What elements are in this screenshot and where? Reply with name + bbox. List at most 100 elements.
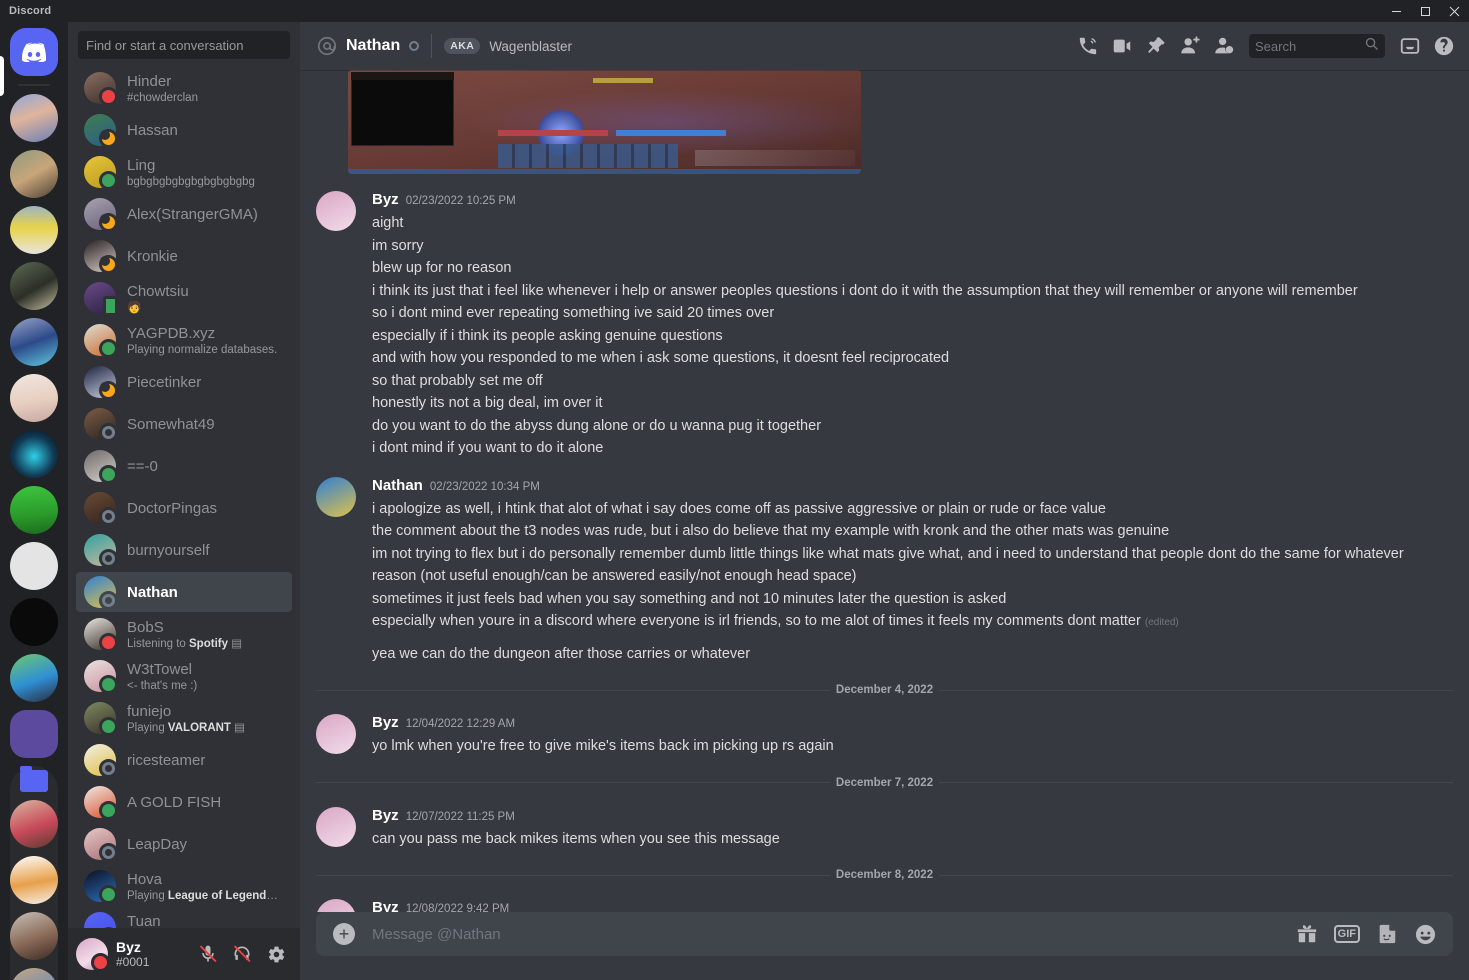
dm-list-item[interactable]: YAGPDB.xyz Playing normalize databases. bbox=[76, 320, 292, 360]
avatar[interactable] bbox=[316, 191, 356, 231]
message-attachment-image[interactable] bbox=[348, 70, 861, 174]
guild-icon[interactable] bbox=[10, 430, 58, 478]
chat-message[interactable]: Nathan 02/23/2022 10:34 PM i apologize as … bbox=[300, 474, 1469, 666]
dm-list-item[interactable]: A GOLD FISH bbox=[76, 782, 292, 822]
guild-icon[interactable] bbox=[10, 654, 58, 702]
dm-list-item[interactable]: ricesteamer bbox=[76, 740, 292, 780]
close-button[interactable] bbox=[1440, 0, 1469, 22]
user-discriminator: #0001 bbox=[116, 955, 150, 969]
message-line: do you want to do the abyss dung alone o… bbox=[372, 417, 822, 434]
message-author[interactable]: Byz bbox=[372, 713, 399, 733]
chat-message[interactable]: Byz 02/23/2022 10:25 PM aight im sorry blew … bbox=[300, 188, 1469, 460]
search-icon bbox=[1364, 36, 1379, 56]
guild-icon[interactable] bbox=[10, 856, 58, 904]
at-icon bbox=[316, 35, 338, 57]
maximize-button[interactable] bbox=[1411, 0, 1440, 22]
avatar bbox=[84, 366, 118, 400]
dm-list-item[interactable]: funiejo Playing VALORANT ▤ bbox=[76, 698, 292, 738]
dm-list-item[interactable]: Somewhat49 bbox=[76, 404, 292, 444]
pin-icon[interactable] bbox=[1139, 29, 1173, 63]
guild-folder-preview[interactable] bbox=[10, 710, 58, 758]
user-profile-icon[interactable] bbox=[1207, 29, 1241, 63]
minimize-button[interactable] bbox=[1382, 0, 1411, 22]
headphones-deafened-icon[interactable] bbox=[226, 938, 258, 970]
avatar bbox=[84, 198, 118, 232]
dm-list-item[interactable]: burnyourself bbox=[76, 530, 292, 570]
guild-icon[interactable] bbox=[10, 206, 58, 254]
guild-icon[interactable] bbox=[10, 800, 58, 848]
guild-icon[interactable] bbox=[10, 598, 58, 646]
guild-icon[interactable] bbox=[10, 912, 58, 960]
voice-call-icon[interactable] bbox=[1071, 29, 1105, 63]
help-icon[interactable] bbox=[1427, 29, 1461, 63]
dm-list-item[interactable]: Kronkie bbox=[76, 236, 292, 276]
guild-icon[interactable] bbox=[10, 318, 58, 366]
dm-list-item[interactable]: W3tTowel <- that's me :) bbox=[76, 656, 292, 696]
dm-list-item[interactable]: DoctorPingas bbox=[76, 488, 292, 528]
video-call-icon[interactable] bbox=[1105, 29, 1139, 63]
guild-icon[interactable] bbox=[10, 486, 58, 534]
guild-icon[interactable] bbox=[10, 968, 58, 980]
message-body: Nathan 02/23/2022 10:34 PM i apologize as … bbox=[372, 476, 1421, 666]
chat-message[interactable]: Byz 12/07/2022 11:25 PM can you pass me ba… bbox=[300, 804, 1469, 851]
guild-folder[interactable] bbox=[10, 766, 58, 980]
message-author[interactable]: Byz bbox=[372, 806, 399, 826]
avatar bbox=[84, 408, 118, 442]
guild-home-button[interactable] bbox=[10, 28, 58, 76]
guild-icon[interactable] bbox=[10, 94, 58, 142]
guild-icon[interactable] bbox=[10, 262, 58, 310]
message-body: Byz 12/04/2022 12:29 AM yo lmk when you're… bbox=[372, 713, 1421, 758]
avatar[interactable] bbox=[76, 938, 110, 972]
message-author[interactable]: Nathan bbox=[372, 476, 423, 496]
guild-icon[interactable] bbox=[10, 542, 58, 590]
dm-list-item[interactable]: BobS Listening to Spotify ▤ bbox=[76, 614, 292, 654]
dm-list-item[interactable]: TuanPlaying VALORANT ▤ bbox=[76, 908, 292, 928]
find-conversation-input[interactable] bbox=[78, 31, 290, 59]
message-composer[interactable]: + GIF bbox=[316, 912, 1453, 956]
avatar[interactable] bbox=[316, 476, 356, 517]
message-line: im sorry bbox=[372, 237, 424, 254]
chat-message[interactable]: Byz 12/04/2022 12:29 AM yo lmk when you're… bbox=[300, 711, 1469, 758]
guild-icon[interactable] bbox=[10, 150, 58, 198]
dm-list-item[interactable]: LeapDay bbox=[76, 824, 292, 864]
message-input[interactable] bbox=[372, 914, 1296, 954]
avatar bbox=[84, 870, 118, 904]
dm-list-item[interactable]: ==-0 bbox=[76, 446, 292, 486]
guild-icon[interactable] bbox=[10, 374, 58, 422]
dm-list[interactable]: Hinder #chowderclan Hassan Ling bgbgbgbgbgbg… bbox=[68, 68, 300, 928]
dm-item-name: Hassan bbox=[127, 121, 178, 139]
message-author[interactable]: Byz bbox=[372, 190, 399, 210]
inbox-icon[interactable] bbox=[1393, 29, 1427, 63]
dm-list-item[interactable]: Hassan bbox=[76, 110, 292, 150]
add-friend-icon[interactable] bbox=[1173, 29, 1207, 63]
avatar[interactable] bbox=[316, 806, 356, 847]
avatar[interactable] bbox=[316, 714, 356, 754]
message-author[interactable]: Byz bbox=[372, 898, 399, 912]
dm-list-item[interactable]: Piecetinker bbox=[76, 362, 292, 402]
gif-icon[interactable]: GIF bbox=[1333, 925, 1360, 943]
search-box[interactable] bbox=[1249, 34, 1385, 58]
avatar[interactable] bbox=[316, 899, 356, 912]
gift-icon[interactable] bbox=[1296, 923, 1318, 945]
window-controls bbox=[1382, 0, 1469, 22]
user-identity[interactable]: Byz #0001 bbox=[116, 939, 184, 969]
dm-list-item[interactable]: HovaPlaying League of Legends ▤ bbox=[76, 866, 292, 906]
server-rail[interactable] bbox=[0, 22, 68, 980]
dm-list-item[interactable]: Chowtsiu 🧑 bbox=[76, 278, 292, 318]
dm-list-item[interactable]: Alex(StrangerGMA) bbox=[76, 194, 292, 234]
emoji-icon[interactable] bbox=[1414, 923, 1437, 946]
dm-list-item[interactable]: Nathan bbox=[76, 572, 292, 612]
add-attachment-button[interactable]: + bbox=[316, 923, 372, 945]
avatar bbox=[84, 744, 118, 778]
dm-list-item[interactable]: Ling bgbgbgbgbgbgbgbgbgbg bbox=[76, 152, 292, 192]
message-list[interactable]: Byz 02/23/2022 10:25 PM aight im sorry blew … bbox=[300, 70, 1469, 912]
message-line: the comment about the t3 nodes was rude,… bbox=[372, 523, 1170, 539]
dm-item-name: Tuan bbox=[127, 912, 161, 929]
mic-muted-icon[interactable] bbox=[192, 938, 224, 970]
chat-message[interactable]: Byz12/08/2022 9:42 PMhey nathancan you g… bbox=[300, 896, 1469, 912]
status-badge bbox=[99, 381, 118, 400]
search-input[interactable] bbox=[1255, 38, 1364, 54]
dm-list-item[interactable]: Hinder #chowderclan bbox=[76, 68, 292, 108]
gear-icon[interactable] bbox=[260, 938, 292, 970]
sticker-icon[interactable] bbox=[1376, 923, 1398, 945]
